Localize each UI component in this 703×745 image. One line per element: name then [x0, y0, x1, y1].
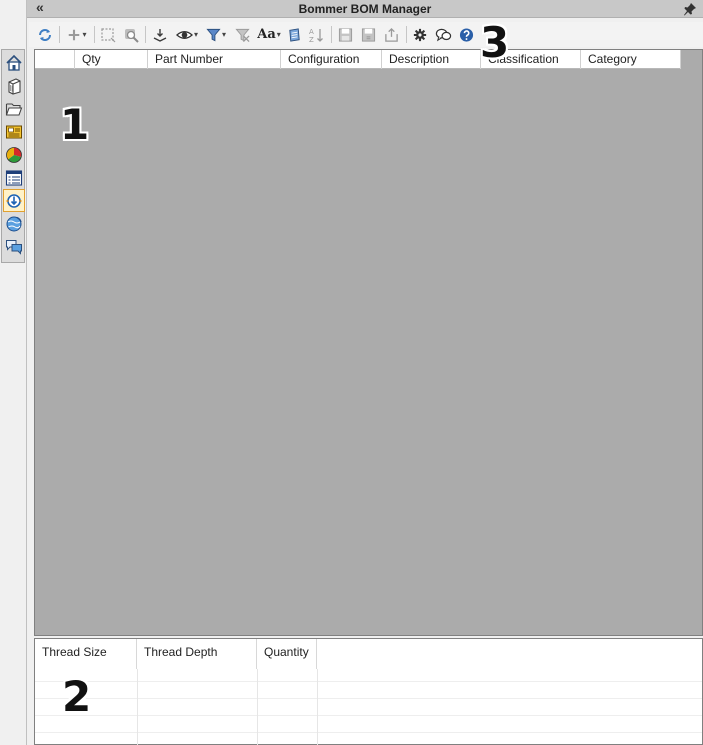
svg-text:A: A [309, 28, 314, 36]
thread-grid-column-line [317, 669, 318, 745]
title-bar: « Bommer BOM Manager [27, 0, 703, 18]
list-view-icon [5, 169, 23, 186]
callout-number-two: 2 [62, 672, 92, 721]
filter-dropdown-button[interactable]: ▾ [204, 25, 228, 44]
thread-grid-row-line [35, 681, 702, 682]
visibility-dropdown-button[interactable]: ▾ [174, 25, 200, 44]
sort-button[interactable]: AZ [307, 25, 325, 44]
font-dropdown-button[interactable]: Aa ▾ [256, 25, 282, 44]
refresh-icon [39, 28, 51, 41]
toolbar-separator [406, 26, 407, 43]
flatten-button[interactable] [150, 25, 170, 44]
side-tab-parts[interactable] [4, 75, 24, 96]
side-tab-files[interactable] [4, 98, 24, 119]
add-dropdown-caret: ▾ [82, 30, 87, 39]
side-tab-forum[interactable] [4, 236, 24, 257]
bom-grid[interactable]: Qty Part Number Configuration Descriptio… [34, 49, 703, 636]
properties-card-icon [6, 125, 22, 138]
parts-box-icon [8, 77, 21, 95]
filter-funnel-icon [206, 28, 221, 41]
left-panel-divider [26, 0, 27, 745]
thread-grid-column-line [257, 669, 258, 745]
toolbar-separator [59, 26, 60, 43]
pin-icon[interactable] [683, 2, 697, 16]
eye-icon [175, 30, 193, 39]
column-header-quantity[interactable]: Quantity [257, 639, 317, 669]
edit-properties-button[interactable] [285, 25, 303, 44]
column-header-part-number[interactable]: Part Number [148, 50, 281, 69]
save-icon [338, 27, 352, 42]
side-tab-home[interactable] [4, 52, 24, 73]
refresh-button[interactable] [35, 25, 55, 44]
side-tab-list-view[interactable] [4, 167, 24, 188]
toolbar-separator [331, 26, 332, 43]
clear-filter-icon [234, 28, 250, 42]
visibility-dropdown-caret: ▾ [193, 30, 198, 39]
chat-bubbles-icon [6, 239, 22, 255]
column-header-select[interactable] [35, 50, 75, 69]
side-tab-bommer[interactable] [3, 189, 25, 212]
speech-bubbles-icon [435, 28, 451, 41]
save-all-icon [361, 27, 375, 42]
column-header-thread-depth[interactable]: Thread Depth [137, 639, 257, 669]
folder-icon [5, 102, 23, 116]
thread-grid[interactable]: Thread Size Thread Depth Quantity [34, 638, 703, 745]
column-header-configuration[interactable]: Configuration [281, 50, 382, 69]
settings-button[interactable] [411, 25, 429, 44]
thread-grid-column-line [137, 669, 138, 745]
selection-box-icon [101, 27, 116, 42]
feedback-button[interactable] [433, 25, 453, 44]
bommer-icon [6, 193, 22, 208]
home-icon [6, 54, 22, 71]
svg-text:Z: Z [309, 36, 314, 43]
window-title: Bommer BOM Manager [298, 2, 432, 16]
save-all-button[interactable] [359, 25, 377, 44]
export-button[interactable] [382, 25, 400, 44]
font-size-label: Aa [257, 27, 276, 42]
column-header-category[interactable]: Category [581, 50, 681, 69]
bom-grid-header: Qty Part Number Configuration Descriptio… [35, 50, 681, 69]
appearance-ball-icon [6, 146, 22, 163]
clear-filter-button[interactable] [233, 25, 251, 44]
toolbar-separator [145, 26, 146, 43]
gear-icon [413, 28, 427, 41]
side-tab-appearance[interactable] [4, 144, 24, 165]
toolbar-separator [94, 26, 95, 43]
toolbar: ▾ ▾ ▾ Aa ▾ AZ [29, 22, 703, 47]
find-in-list-icon [125, 28, 139, 43]
thread-grid-row-line [35, 698, 702, 699]
save-button[interactable] [336, 25, 354, 44]
export-icon [384, 27, 398, 42]
add-dropdown-button[interactable]: ▾ [65, 25, 89, 44]
thread-grid-row-line [35, 715, 702, 716]
flatten-structure-icon [153, 28, 167, 42]
thread-grid-row-line [35, 732, 702, 733]
select-region-button[interactable] [99, 25, 117, 44]
column-header-description[interactable]: Description [382, 50, 481, 69]
callout-number-one: 1 [60, 100, 90, 149]
side-tab-properties[interactable] [4, 121, 24, 142]
filter-dropdown-caret: ▾ [221, 30, 226, 39]
sort-az-icon: AZ [309, 28, 323, 43]
edit-sheet-icon [288, 27, 300, 42]
column-header-thread-size[interactable]: Thread Size [35, 639, 137, 669]
column-header-qty[interactable]: Qty [75, 50, 148, 69]
help-button[interactable] [457, 25, 475, 44]
bommer-window: « Bommer BOM Manager ▾ ▾ ▾ Aa ▾ A Z Qty … [0, 0, 703, 745]
font-dropdown-caret: ▾ [276, 30, 281, 39]
callout-number-three: 3 [480, 18, 510, 67]
side-tab-strip [1, 49, 25, 263]
find-part-button[interactable] [122, 25, 140, 44]
side-tab-globe[interactable] [4, 213, 24, 234]
plus-icon [69, 29, 80, 40]
help-question-icon [459, 27, 473, 42]
globe-refresh-icon [6, 216, 22, 231]
